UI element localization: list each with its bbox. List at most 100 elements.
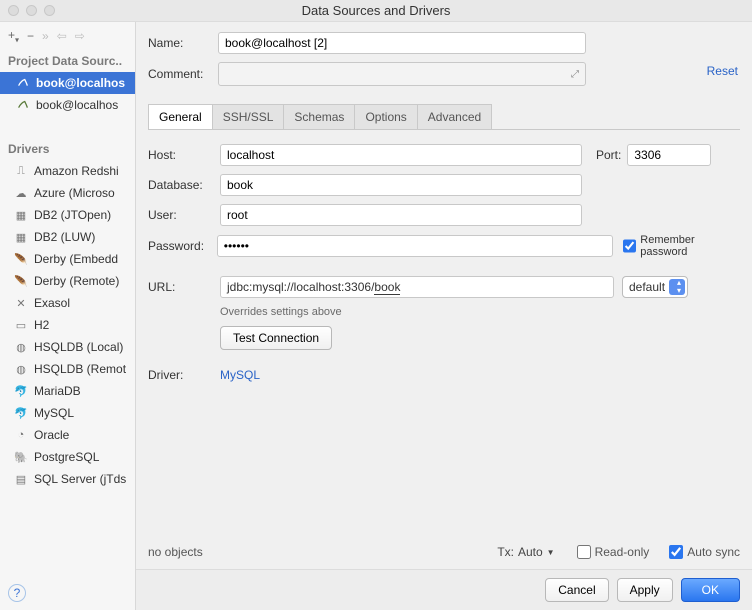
driver-item[interactable]: 🐘PostgreSQL [0,446,135,468]
driver-icon: ◍ [14,362,28,376]
driver-icon: ⎍ [14,164,28,178]
port-label: Port: [596,148,621,162]
driver-label: Amazon Redshi [34,164,119,178]
dialog-buttons: Cancel Apply OK [136,569,752,610]
host-input[interactable] [220,144,582,166]
driver-item[interactable]: 🐬MariaDB [0,380,135,402]
minimize-icon[interactable] [26,5,37,16]
remove-icon[interactable]: − [27,29,34,43]
url-input[interactable]: jdbc:mysql://localhost:3306/book [220,276,614,298]
add-icon[interactable]: +▾ [8,28,19,44]
password-label: Password: [148,239,217,253]
host-label: Host: [148,148,220,162]
tab-options[interactable]: Options [354,104,417,129]
title-bar: Data Sources and Drivers [0,0,752,22]
close-icon[interactable] [8,5,19,16]
driver-item[interactable]: ▦ DB2 (LUW) [0,226,135,248]
driver-icon: ▦ [14,230,28,244]
objects-status: no objects [148,545,203,559]
zoom-icon[interactable] [44,5,55,16]
driver-label: SQL Server (jTds [34,472,126,486]
port-input[interactable] [627,144,711,166]
url-mode-select[interactable]: default ▴▾ [622,276,688,298]
window-controls [8,5,55,16]
comment-input[interactable]: ⤢ [218,62,586,86]
driver-icon: ▤ [14,472,28,486]
driver-label: Exasol [34,296,70,310]
window-title: Data Sources and Drivers [302,3,451,18]
status-bar: no objects Tx: Auto ▼ Read-only Auto syn… [136,535,752,569]
driver-item[interactable]: ☁Azure (Microso [0,182,135,204]
driver-label: DB2 (LUW) [34,230,95,244]
database-label: Database: [148,178,220,192]
forward-icon[interactable]: ⇨ [75,29,85,43]
readonly-input[interactable] [577,545,591,559]
password-input[interactable] [217,235,613,257]
driver-item[interactable]: ⎍ Amazon Redshi [0,160,135,182]
driver-item[interactable]: ▤ SQL Server (jTds [0,468,135,490]
driver-item[interactable]: ◍HSQLDB (Remot [0,358,135,380]
readonly-checkbox[interactable]: Read-only [577,545,650,559]
driver-item[interactable]: ▦ DB2 (JTOpen) [0,204,135,226]
chevron-updown-icon: ▴▾ [677,279,681,295]
sidebar: +▾ − » ⇦ ⇨ Project Data Sourc.. book@loc… [0,22,136,610]
database-input[interactable] [220,174,582,196]
remember-password-input[interactable] [623,239,636,253]
datasource-item-selected[interactable]: book@localhos [0,72,135,94]
driver-label: HSQLDB (Local) [34,340,123,354]
datasource-label: book@localhos [36,76,125,90]
driver-item[interactable]: ✕ Exasol [0,292,135,314]
tab-schemas[interactable]: Schemas [283,104,355,129]
test-connection-button[interactable]: Test Connection [220,326,332,350]
ok-button[interactable]: OK [681,578,740,602]
apply-button[interactable]: Apply [617,578,673,602]
driver-item[interactable]: ◔Oracle [0,424,135,446]
driver-item[interactable]: ▭ H2 [0,314,135,336]
tab-sshssl[interactable]: SSH/SSL [212,104,285,129]
driver-item[interactable]: ◍ HSQLDB (Local) [0,336,135,358]
driver-icon: ☁ [14,186,28,200]
datasource-item[interactable]: book@localhos [0,94,135,116]
tx-mode-dropdown[interactable]: Tx: Auto ▼ [497,545,554,559]
driver-icon: 🐬 [14,406,28,420]
back-icon[interactable]: ⇦ [57,29,67,43]
user-label: User: [148,208,220,222]
autosync-input[interactable] [669,545,683,559]
main-panel: Reset Name: Comment: ⤢ General SSH/SSL S… [136,22,752,610]
mysql-icon [16,98,30,112]
help-button[interactable]: ? [0,576,135,610]
driver-icon: 🐬 [14,384,28,398]
more-icon[interactable]: » [42,29,49,43]
driver-label: PostgreSQL [34,450,99,464]
mysql-icon [16,76,30,90]
driver-item[interactable]: 🪶Derby (Embedd [0,248,135,270]
reset-link[interactable]: Reset [707,64,738,78]
driver-icon: ✕ [14,296,28,310]
driver-label: Derby (Remote) [34,274,119,288]
driver-icon: ▭ [14,318,28,332]
driver-item[interactable]: 🐬MySQL [0,402,135,424]
url-hint: Overrides settings above [220,306,740,318]
tab-advanced[interactable]: Advanced [417,104,492,129]
cancel-button[interactable]: Cancel [545,578,608,602]
section-datasources: Project Data Sourc.. [0,50,135,72]
datasource-label: book@localhos [36,98,118,112]
name-label: Name: [148,36,218,50]
tab-general[interactable]: General [148,104,213,129]
chevron-down-icon: ▼ [547,548,555,557]
driver-item[interactable]: 🪶Derby (Remote) [0,270,135,292]
user-input[interactable] [220,204,582,226]
sidebar-toolbar: +▾ − » ⇦ ⇨ [0,22,135,50]
driver-label: DB2 (JTOpen) [34,208,111,222]
driver-icon: ◍ [14,340,28,354]
expand-icon[interactable]: ⤢ [571,69,579,80]
name-input[interactable] [218,32,586,54]
driver-icon: ▦ [14,208,28,222]
autosync-checkbox[interactable]: Auto sync [669,545,740,559]
driver-label: Oracle [34,428,69,442]
remember-password-checkbox[interactable]: Remember password [623,234,740,258]
section-drivers: Drivers [0,138,135,160]
driver-label: H2 [34,318,49,332]
driver-link[interactable]: MySQL [220,368,260,382]
comment-label: Comment: [148,67,218,81]
